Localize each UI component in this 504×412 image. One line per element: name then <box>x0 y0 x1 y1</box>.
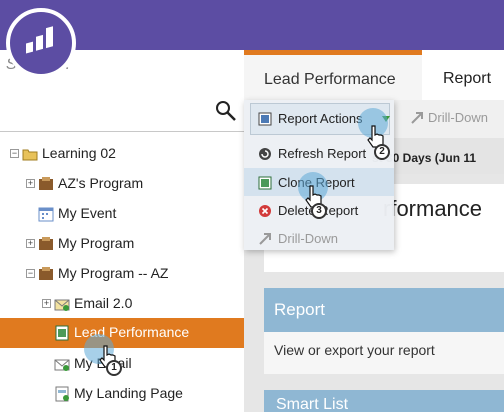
tree-item-lead-performance[interactable]: Lead Performance <box>0 318 244 348</box>
collapse-toggle-icon[interactable]: − <box>10 149 19 158</box>
menu-item-drill-down[interactable]: Drill-Down <box>258 231 338 246</box>
tree-item-label: Email 2.0 <box>74 295 133 311</box>
search-divider <box>0 131 244 132</box>
menu-item-refresh-report[interactable]: Refresh Report <box>258 146 366 161</box>
report-card-header[interactable]: Report <box>264 288 504 332</box>
tab-label: Report <box>443 70 492 87</box>
tree-item-my-event[interactable]: My Event <box>0 199 244 229</box>
smart-list-card-header[interactable]: Smart List <box>264 390 504 412</box>
drilldown-button[interactable]: Drill-Down <box>410 110 488 125</box>
tree-item-label: AZ's Program <box>58 175 144 191</box>
smart-list-card-title: Smart List <box>276 396 349 412</box>
program-icon <box>39 177 53 190</box>
email-program-icon <box>54 299 70 311</box>
collapse-toggle-icon[interactable]: − <box>26 269 35 278</box>
report-card-title: Report <box>274 300 326 319</box>
tab-report[interactable]: Report <box>422 50 504 100</box>
clone-icon <box>258 176 272 189</box>
tree-item-label: My Program <box>58 235 135 251</box>
tree-item-label: My Event <box>58 205 117 221</box>
calendar-icon <box>38 207 54 222</box>
report-icon <box>55 325 69 341</box>
report-title: rformance <box>383 196 483 221</box>
drilldown-icon <box>411 111 423 124</box>
refresh-icon <box>259 147 271 160</box>
tree-item-label: My Landing Page <box>74 385 183 401</box>
tree-item-label: Learning 02 <box>42 145 116 161</box>
tree-item-email-2-0[interactable]: + Email 2.0 <box>0 289 244 319</box>
expand-toggle-icon[interactable]: + <box>42 299 51 308</box>
step-number-badge: 3 <box>311 203 327 219</box>
email-icon <box>54 359 70 371</box>
tab-lead-performance[interactable]: Lead Performance <box>244 50 422 100</box>
report-actions-icon <box>258 112 272 125</box>
delete-icon <box>259 204 271 217</box>
tree-item-azs-program[interactable]: + AZ's Program <box>0 169 244 199</box>
landing-page-icon <box>55 386 69 402</box>
drilldown-icon <box>259 232 271 245</box>
program-icon <box>39 267 53 280</box>
tree-item-my-program[interactable]: + My Program <box>0 229 244 259</box>
expand-toggle-icon[interactable]: + <box>26 179 35 188</box>
tree-item-my-email[interactable]: My Email <box>0 349 244 379</box>
tree-item-learning-02[interactable]: − Learning 02 <box>0 139 244 169</box>
expand-toggle-icon[interactable]: + <box>26 239 35 248</box>
tree-item-label: My Program -- AZ <box>58 265 169 281</box>
report-card-description: View or export your report <box>274 342 435 358</box>
tree-item-my-landing-page[interactable]: My Landing Page <box>0 379 244 409</box>
step-number-badge: 1 <box>106 360 122 376</box>
tab-label: Lead Performance <box>264 71 396 88</box>
search-icon[interactable] <box>215 100 237 122</box>
step-number-badge: 2 <box>374 144 390 160</box>
tree-item-my-program-az[interactable]: − My Program -- AZ <box>0 259 244 289</box>
marketo-logo-icon[interactable] <box>6 8 76 78</box>
program-icon <box>39 237 53 250</box>
folder-icon <box>22 149 38 161</box>
